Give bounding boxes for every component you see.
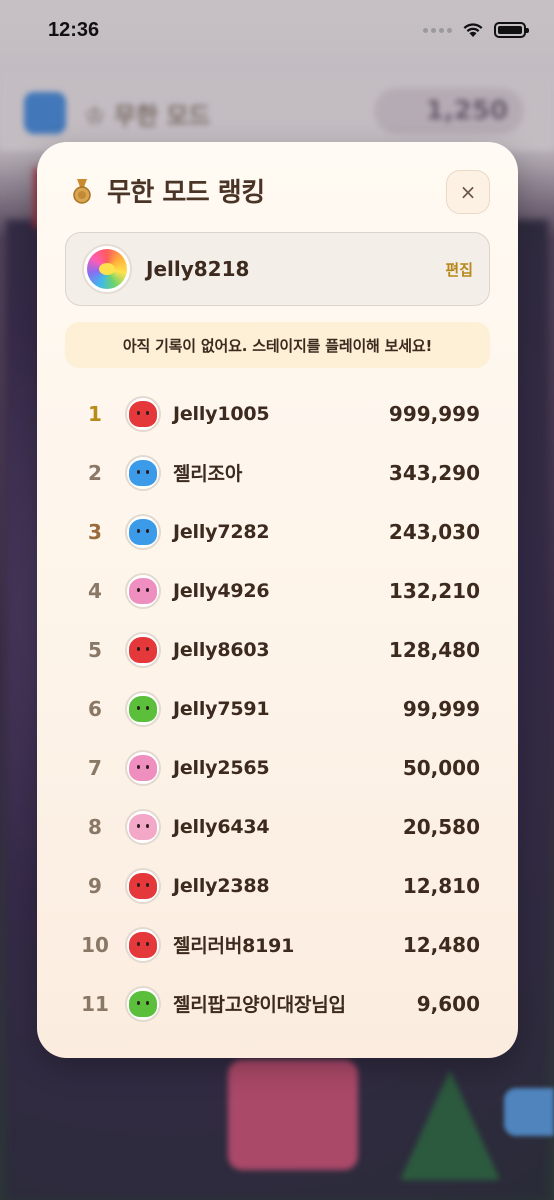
- status-bar: 12:36: [0, 0, 554, 60]
- rank-number: 7: [88, 755, 102, 780]
- avatar: [82, 244, 132, 294]
- my-profile-card: Jelly8218 편집: [65, 232, 490, 306]
- rank-number: 6: [88, 696, 102, 721]
- player-name: Jelly2565: [173, 756, 270, 779]
- player-name: Jelly7282: [173, 520, 270, 543]
- ranking-row: 11 젤리팝고양이대장님입 9,600: [65, 974, 490, 1033]
- player-score: 343,290: [388, 460, 480, 485]
- status-time: 12:36: [48, 18, 100, 41]
- ranking-row: 10 젤리러버8191 12,480: [65, 915, 490, 974]
- jelly-avatar-icon: [125, 631, 161, 668]
- player-score: 243,030: [388, 519, 480, 544]
- jelly-avatar-icon: [125, 926, 161, 963]
- ranking-row: 2 젤리조아 343,290: [65, 443, 490, 502]
- jelly-avatar-icon: [125, 808, 161, 845]
- player-name: Jelly8603: [173, 638, 270, 661]
- player-name: Jelly4926: [173, 579, 270, 602]
- rank-number: 4: [88, 578, 102, 603]
- jelly-avatar-icon: [125, 454, 161, 491]
- rank-number: 1: [88, 401, 102, 426]
- ranking-row: 9 Jelly2388 12,810: [65, 856, 490, 915]
- ranking-row: 3 Jelly7282 243,030: [65, 502, 490, 561]
- rank-number: 9: [88, 873, 102, 898]
- player-score: 99,999: [402, 696, 480, 721]
- player-name: Jelly2388: [173, 874, 270, 897]
- ranking-modal: 무한 모드 랭킹 × Jelly8218 편집 아직 기록이 없어요. 스테이지…: [37, 142, 518, 1058]
- rank-number: 8: [88, 814, 102, 839]
- close-button[interactable]: ×: [446, 170, 490, 214]
- player-score: 9,600: [416, 991, 480, 1016]
- ranking-row: 4 Jelly4926 132,210: [65, 561, 490, 620]
- jelly-avatar-icon: [125, 572, 161, 609]
- player-name: Jelly1005: [173, 402, 270, 425]
- player-score: 128,480: [388, 637, 480, 662]
- edit-profile-button[interactable]: 편집: [445, 259, 473, 280]
- player-score: 12,480: [402, 932, 480, 957]
- profile-name: Jelly8218: [146, 257, 250, 281]
- jelly-avatar-icon: [125, 690, 161, 727]
- jelly-avatar-icon: [125, 513, 161, 550]
- wifi-icon: [463, 23, 483, 37]
- ranking-list: 1 Jelly1005 999,999 2 젤리조아 343,290 3 Jelly7282 2…: [65, 384, 490, 1033]
- ranking-row: 1 Jelly1005 999,999: [65, 384, 490, 443]
- ranking-row: 6 Jelly7591 99,999: [65, 679, 490, 738]
- modal-header: 무한 모드 랭킹: [71, 172, 265, 209]
- player-name: Jelly6434: [173, 815, 270, 838]
- player-score: 132,210: [388, 578, 480, 603]
- jelly-avatar-icon: [125, 749, 161, 786]
- player-score: 50,000: [402, 755, 480, 780]
- rank-number: 11: [81, 991, 109, 1016]
- player-name: Jelly7591: [173, 697, 270, 720]
- player-name: 젤리러버8191: [173, 935, 295, 957]
- player-score: 12,810: [402, 873, 480, 898]
- player-score: 20,580: [402, 814, 480, 839]
- modal-title: 무한 모드 랭킹: [107, 178, 265, 208]
- jelly-avatar-icon: [125, 867, 161, 904]
- medal-icon: [73, 178, 91, 204]
- no-record-notice: 아직 기록이 없어요. 스테이지를 플레이해 보세요!: [65, 322, 490, 368]
- rank-number: 5: [88, 637, 102, 662]
- ranking-row: 5 Jelly8603 128,480: [65, 620, 490, 679]
- rank-number: 2: [88, 460, 102, 485]
- player-name: 젤리조아: [173, 463, 243, 485]
- player-score: 999,999: [388, 401, 480, 426]
- rank-number: 10: [81, 932, 109, 957]
- rainbow-jelly-icon: [87, 249, 127, 289]
- jelly-avatar-icon: [125, 985, 161, 1022]
- ranking-row: 8 Jelly6434 20,580: [65, 797, 490, 856]
- status-icons: [423, 22, 529, 38]
- rank-number: 3: [88, 519, 102, 544]
- ranking-row: 7 Jelly2565 50,000: [65, 738, 490, 797]
- cellular-icon: [423, 27, 452, 33]
- battery-icon: [494, 22, 529, 38]
- jelly-avatar-icon: [125, 395, 161, 432]
- player-name: 젤리팝고양이대장님입: [173, 994, 346, 1016]
